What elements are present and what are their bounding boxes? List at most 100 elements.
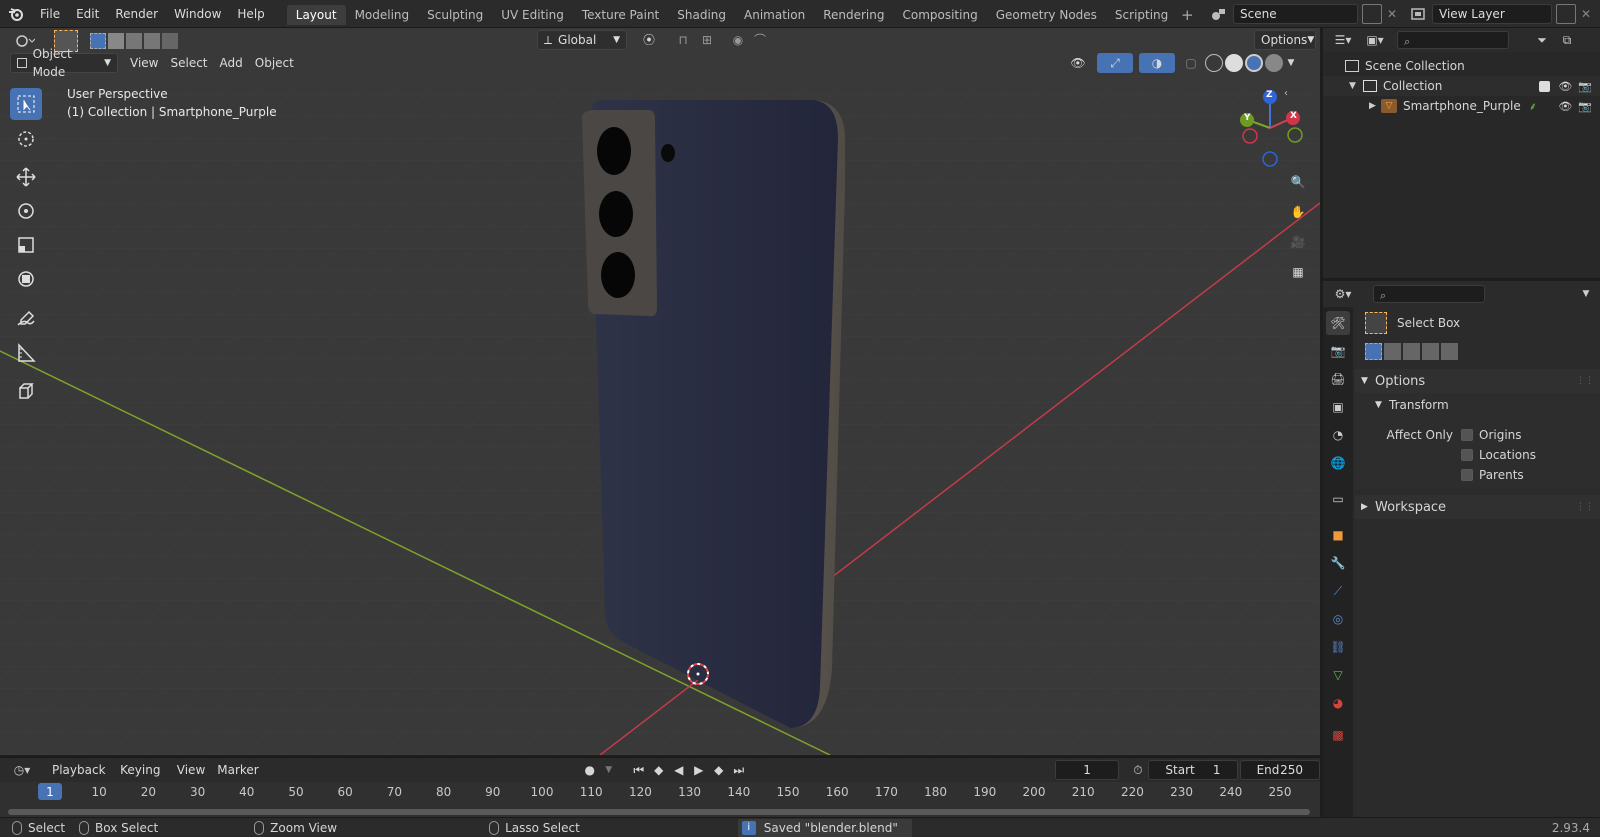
rendered-shading-icon[interactable]: [1265, 54, 1283, 72]
marker-menu[interactable]: Marker: [211, 760, 264, 780]
new-view-layer-icon[interactable]: [1556, 4, 1576, 24]
mode-dropdown[interactable]: Object Mode ▼: [10, 47, 118, 79]
next-keyframe-icon[interactable]: ◆: [709, 760, 729, 780]
cursor-tool[interactable]: [10, 123, 42, 155]
drag-handle-icon[interactable]: ⋮⋮: [1576, 502, 1594, 512]
expand-arrow-icon[interactable]: ▼: [1349, 81, 1363, 91]
menu-object[interactable]: Object: [249, 53, 300, 73]
scene-name-field[interactable]: Scene: [1233, 4, 1358, 24]
blender-logo-icon[interactable]: [0, 0, 32, 28]
view-layer-tab-icon[interactable]: ▣: [1326, 395, 1350, 419]
delete-scene-icon[interactable]: ✕: [1382, 4, 1402, 24]
mode-subtract-icon[interactable]: [126, 33, 142, 49]
outliner-row-scene-collection[interactable]: Scene Collection: [1323, 56, 1600, 76]
solid-shading-icon[interactable]: [1225, 54, 1243, 72]
render-camera-icon[interactable]: 📷: [1578, 100, 1592, 113]
new-collection-icon[interactable]: ⧉: [1557, 30, 1577, 50]
modifier-tab-icon[interactable]: 🔧: [1326, 551, 1350, 575]
jump-start-icon[interactable]: ⏮: [629, 760, 649, 780]
outliner-row-smartphone[interactable]: ▶ ▽ Smartphone_Purple ⸙ 👁 📷: [1323, 96, 1600, 116]
tab-shading[interactable]: Shading: [668, 5, 735, 25]
tab-rendering[interactable]: Rendering: [814, 5, 893, 25]
chevron-down-icon[interactable]: ▼: [1283, 58, 1299, 68]
measure-tool[interactable]: [10, 337, 42, 369]
render-tab-icon[interactable]: 📷: [1326, 339, 1350, 363]
start-frame-field[interactable]: Start 1: [1148, 760, 1238, 780]
wireframe-shading-icon[interactable]: [1205, 54, 1223, 72]
transform-tool[interactable]: [10, 263, 42, 295]
play-reverse-icon[interactable]: ◀: [669, 760, 689, 780]
properties-search-input[interactable]: ⌕: [1373, 285, 1485, 303]
collection-tab-icon[interactable]: ▭: [1326, 487, 1350, 511]
tab-sculpting[interactable]: Sculpting: [418, 5, 492, 25]
navigation-gizmo[interactable]: Z X Y: [1230, 88, 1310, 168]
tab-texture-paint[interactable]: Texture Paint: [573, 5, 668, 25]
drag-handle-icon[interactable]: ⋮⋮: [1576, 376, 1594, 386]
outliner-search-input[interactable]: ⌕: [1397, 31, 1509, 49]
view-layer-field[interactable]: View Layer: [1432, 4, 1552, 24]
timeline-scrollbar[interactable]: [8, 809, 1310, 815]
mode-subtract-icon[interactable]: [1403, 342, 1420, 360]
tab-layout[interactable]: Layout: [286, 4, 346, 25]
mode-invert-icon[interactable]: [1422, 342, 1439, 360]
add-workspace-icon[interactable]: +: [1177, 5, 1197, 25]
current-frame-field[interactable]: 1: [1054, 760, 1120, 780]
timeline-ruler[interactable]: 1 10 20 30 40 50 60 70 80 90 100 110 120 130 140 150 160…: [0, 782, 1320, 818]
camera-view-icon[interactable]: 🎥: [1285, 229, 1311, 255]
material-shading-icon[interactable]: [1245, 54, 1263, 72]
jump-end-icon[interactable]: ⏭: [729, 760, 749, 780]
pan-hand-icon[interactable]: ✋: [1285, 199, 1311, 225]
physics-tab-icon[interactable]: ◎: [1326, 607, 1350, 631]
play-icon[interactable]: ▶: [689, 760, 709, 780]
exclude-checkbox-icon[interactable]: [1539, 80, 1551, 92]
prev-keyframe-icon[interactable]: ◆: [649, 760, 669, 780]
mode-set-icon[interactable]: [1365, 342, 1382, 360]
filter-icon[interactable]: ⏷: [1527, 30, 1557, 50]
texture-tab-icon[interactable]: ▩: [1326, 723, 1350, 747]
tool-tab-icon[interactable]: 🛠: [1326, 311, 1350, 335]
world-tab-icon[interactable]: 🌐: [1326, 451, 1350, 475]
annotate-tool[interactable]: [10, 303, 42, 335]
3d-viewport[interactable]: ⟂ Global ▼ ⦿ ⊓ ⊞ ◉ ⌒ Options ▼ Object Mo…: [0, 28, 1320, 755]
menu-help[interactable]: Help: [229, 0, 272, 28]
parents-checkbox[interactable]: [1461, 469, 1473, 481]
status-report[interactable]: i Saved "blender.blend": [737, 818, 912, 837]
timeline-view-menu[interactable]: View: [171, 760, 211, 780]
menu-render[interactable]: Render: [107, 0, 166, 28]
timeline-editor-type-icon[interactable]: ◷▾: [8, 760, 36, 780]
pivot-icon[interactable]: ⦿: [635, 30, 663, 50]
select-box-tool[interactable]: [10, 88, 42, 120]
scale-tool[interactable]: [10, 229, 42, 261]
constraints-tab-icon[interactable]: ⛓: [1326, 635, 1350, 659]
menu-file[interactable]: File: [32, 0, 68, 28]
zoom-icon[interactable]: 🔍: [1285, 169, 1311, 195]
workspace-panel-header[interactable]: ▶ Workspace ⋮⋮: [1355, 495, 1600, 519]
chevron-down-icon[interactable]: ▼: [601, 760, 617, 780]
playback-menu[interactable]: Playback ▼: [46, 760, 114, 797]
chevron-down-icon[interactable]: ▼: [1576, 284, 1596, 304]
gizmo-toggle-icon[interactable]: ⤢: [1097, 53, 1133, 73]
outliner-row-collection[interactable]: ▼ Collection 👁 📷: [1323, 76, 1600, 96]
output-tab-icon[interactable]: 🖨: [1326, 367, 1350, 391]
eye-icon[interactable]: 👁: [1558, 80, 1572, 93]
rotate-tool[interactable]: [10, 195, 42, 227]
snap-target-icon[interactable]: ⊞: [695, 30, 719, 50]
material-tab-icon[interactable]: ◕: [1326, 691, 1350, 715]
tab-scripting[interactable]: Scripting: [1106, 5, 1177, 25]
snap-icon[interactable]: ⊓: [671, 30, 695, 50]
properties-editor-type-icon[interactable]: ⚙▾: [1327, 284, 1359, 304]
orientation-dropdown[interactable]: ⟂ Global ▼: [537, 30, 627, 50]
scene-icon[interactable]: [1205, 4, 1233, 24]
keying-menu[interactable]: Keying ▼: [114, 760, 171, 797]
delete-view-layer-icon[interactable]: ✕: [1576, 4, 1596, 24]
perspective-toggle-icon[interactable]: ▦: [1285, 259, 1311, 285]
render-camera-icon[interactable]: 📷: [1578, 80, 1592, 93]
eye-icon[interactable]: 👁: [1558, 100, 1572, 113]
falloff-icon[interactable]: ⌒: [749, 30, 771, 50]
data-tab-icon[interactable]: ▽: [1326, 663, 1350, 687]
origins-checkbox[interactable]: [1461, 429, 1473, 441]
menu-add[interactable]: Add: [214, 53, 249, 73]
transform-subpanel-header[interactable]: ▼ Transform: [1355, 393, 1600, 417]
view-layer-icon[interactable]: [1404, 4, 1432, 24]
end-frame-field[interactable]: End 250: [1239, 760, 1320, 780]
